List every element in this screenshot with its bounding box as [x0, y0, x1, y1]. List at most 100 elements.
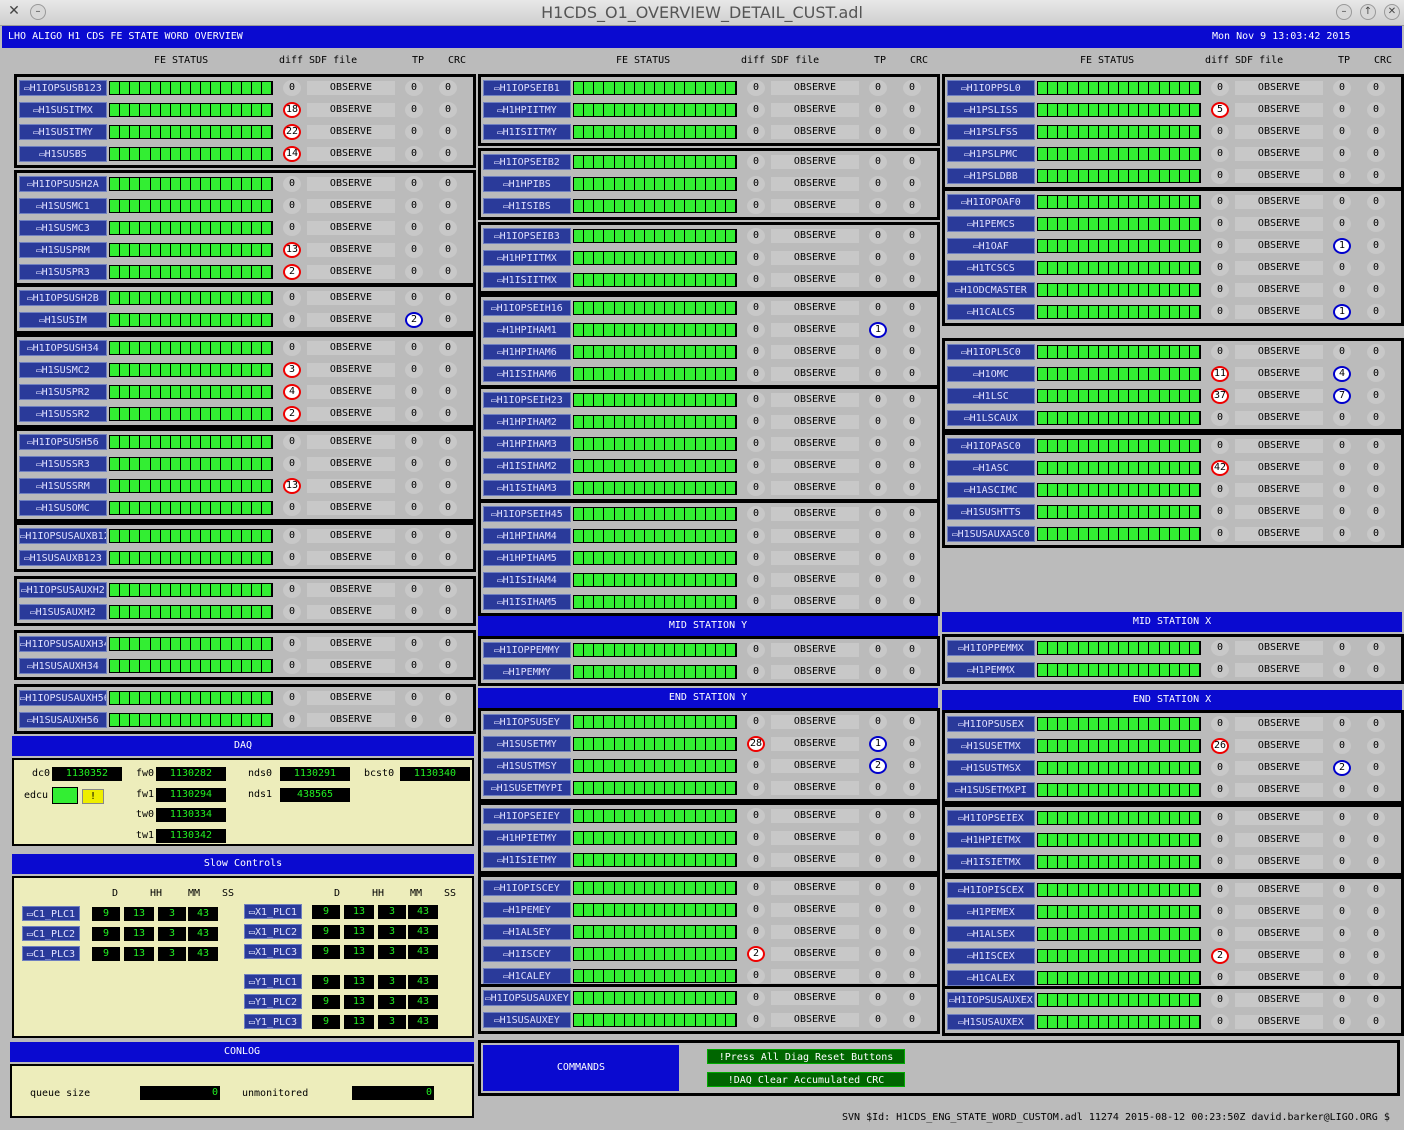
- fe-model-button[interactable]: ▭H1CALEX: [947, 970, 1035, 986]
- fe-model-button[interactable]: ▭H1ISIETMX: [947, 854, 1035, 870]
- plc-button[interactable]: ▭X1_PLC2: [244, 924, 302, 939]
- minimize-button-icon[interactable]: –: [1336, 4, 1352, 20]
- fe-model-button[interactable]: ▭H1SUSIM: [19, 312, 107, 328]
- fe-model-button[interactable]: ▭H1IOPSEIEY: [483, 808, 571, 824]
- fe-model-button[interactable]: ▭H1LSC: [947, 388, 1035, 404]
- plc-button[interactable]: ▭Y1_PLC1: [244, 974, 302, 989]
- plc-button[interactable]: ▭Y1_PLC3: [244, 1014, 302, 1029]
- fe-model-button[interactable]: ▭H1SUSSR3: [19, 456, 107, 472]
- fe-model-button[interactable]: ▭H1SUSETMYPI: [483, 780, 571, 796]
- fe-model-button[interactable]: ▭H1IOPISCEY: [483, 880, 571, 896]
- fe-model-button[interactable]: ▭H1PSLFSS: [947, 124, 1035, 140]
- fe-model-button[interactable]: ▭H1IOPSUSAUXB123: [19, 528, 107, 544]
- fe-model-button[interactable]: ▭H1IOPSEIH16: [483, 300, 571, 316]
- diag-reset-button[interactable]: !Press All Diag Reset Buttons: [707, 1049, 905, 1064]
- fe-model-button[interactable]: ▭H1TCSCS: [947, 260, 1035, 276]
- plc-button[interactable]: ▭C1_PLC2: [22, 926, 80, 941]
- fe-model-button[interactable]: ▭H1HPIITMY: [483, 102, 571, 118]
- edcu-alarm-button[interactable]: !: [82, 789, 104, 804]
- fe-model-button[interactable]: ▭H1SUSSRM: [19, 478, 107, 494]
- fe-model-button[interactable]: ▭H1SUSETMXPI: [947, 782, 1035, 798]
- fe-model-button[interactable]: ▭H1HPIITMX: [483, 250, 571, 266]
- fe-model-button[interactable]: ▭H1SUSITMY: [19, 124, 107, 140]
- fe-model-button[interactable]: ▭H1IOPPEMMX: [947, 640, 1035, 656]
- fe-model-button[interactable]: ▭H1SUSAUXH34: [19, 658, 107, 674]
- fe-model-button[interactable]: ▭H1IOPSUSH34: [19, 340, 107, 356]
- fe-model-button[interactable]: ▭H1ISIHAM2: [483, 458, 571, 474]
- fe-model-button[interactable]: ▭H1CALEY: [483, 968, 571, 984]
- fe-model-button[interactable]: ▭H1HPIHAM1: [483, 322, 571, 338]
- fe-model-button[interactable]: ▭H1HPIHAM3: [483, 436, 571, 452]
- fe-model-button[interactable]: ▭H1SUSAUXB123: [19, 550, 107, 566]
- fe-model-button[interactable]: ▭H1ISIBS: [483, 198, 571, 214]
- fe-model-button[interactable]: ▭H1PEMEX: [947, 904, 1035, 920]
- daq-clear-crc-button[interactable]: !DAQ Clear Accumulated CRC: [707, 1072, 905, 1087]
- fe-model-button[interactable]: ▭H1SUSTMSX: [947, 760, 1035, 776]
- fe-model-button[interactable]: ▭H1ODCMASTER: [947, 282, 1035, 298]
- fe-model-button[interactable]: ▭H1CALCS: [947, 304, 1035, 320]
- fe-model-button[interactable]: ▭H1HPIHAM5: [483, 550, 571, 566]
- fe-model-button[interactable]: ▭H1SUSETMY: [483, 736, 571, 752]
- fe-model-button[interactable]: ▭H1HPIBS: [483, 176, 571, 192]
- fe-model-button[interactable]: ▭H1SUSAUXH2: [19, 604, 107, 620]
- fe-model-button[interactable]: ▭H1IOPPSL0: [947, 80, 1035, 96]
- fe-model-button[interactable]: ▭H1IOPSUSAUXH56: [19, 690, 107, 706]
- fe-model-button[interactable]: ▭H1SUSPRM: [19, 242, 107, 258]
- fe-model-button[interactable]: ▭H1IOPISCEX: [947, 882, 1035, 898]
- fe-model-button[interactable]: ▭H1IOPSUSAUXEX: [947, 992, 1035, 1008]
- fe-model-button[interactable]: ▭H1SUSMC2: [19, 362, 107, 378]
- fe-model-button[interactable]: ▭H1ALSEX: [947, 926, 1035, 942]
- plc-button[interactable]: ▭X1_PLC3: [244, 944, 302, 959]
- fe-model-button[interactable]: ▭H1IOPPEMMY: [483, 642, 571, 658]
- fe-model-button[interactable]: ▭H1SUSOMC: [19, 500, 107, 516]
- fe-model-button[interactable]: ▭H1IOPOAF0: [947, 194, 1035, 210]
- fe-model-button[interactable]: ▭H1PEMEY: [483, 902, 571, 918]
- plc-button[interactable]: ▭C1_PLC1: [22, 906, 80, 921]
- fe-model-button[interactable]: ▭H1SUSPR3: [19, 264, 107, 280]
- fe-model-button[interactable]: ▭H1ISIHAM5: [483, 594, 571, 610]
- fe-model-button[interactable]: ▭H1SUSAUXASC0: [947, 526, 1035, 542]
- fe-model-button[interactable]: ▭H1ISIETMY: [483, 852, 571, 868]
- fe-model-button[interactable]: ▭H1HPIHAM2: [483, 414, 571, 430]
- fe-model-button[interactable]: ▭H1IOPSUSH2A: [19, 176, 107, 192]
- fe-model-button[interactable]: ▭H1ISIITMY: [483, 124, 571, 140]
- fe-model-button[interactable]: ▭H1PSLDBB: [947, 168, 1035, 184]
- plc-button[interactable]: ▭Y1_PLC2: [244, 994, 302, 1009]
- fe-model-button[interactable]: ▭H1SUSHTTS: [947, 504, 1035, 520]
- maximize-icon[interactable]: ↑: [1360, 4, 1376, 20]
- fe-model-button[interactable]: ▭H1IOPSEIEX: [947, 810, 1035, 826]
- fe-model-button[interactable]: ▭H1IOPLSC0: [947, 344, 1035, 360]
- fe-model-button[interactable]: ▭H1IOPSEIH45: [483, 506, 571, 522]
- fe-model-button[interactable]: ▭H1SUSMC1: [19, 198, 107, 214]
- fe-model-button[interactable]: ▭H1SUSAUXH56: [19, 712, 107, 728]
- fe-model-button[interactable]: ▭H1HPIHAM6: [483, 344, 571, 360]
- fe-model-button[interactable]: ▭H1HPIHAM4: [483, 528, 571, 544]
- fe-model-button[interactable]: ▭H1IOPSUSEY: [483, 714, 571, 730]
- fe-model-button[interactable]: ▭H1IOPSEIB1: [483, 80, 571, 96]
- plc-button[interactable]: ▭C1_PLC3: [22, 946, 80, 961]
- fe-model-button[interactable]: ▭H1IOPSUSH56: [19, 434, 107, 450]
- fe-model-button[interactable]: ▭H1ISIITMX: [483, 272, 571, 288]
- fe-model-button[interactable]: ▭H1ISIHAM4: [483, 572, 571, 588]
- fe-model-button[interactable]: ▭H1SUSAUXEY: [483, 1012, 571, 1028]
- fe-model-button[interactable]: ▭H1IOPSEIH23: [483, 392, 571, 408]
- fe-model-button[interactable]: ▭H1ISIHAM6: [483, 366, 571, 382]
- fe-model-button[interactable]: ▭H1IOPSEIB3: [483, 228, 571, 244]
- fe-model-button[interactable]: ▭H1IOPSEIB2: [483, 154, 571, 170]
- fe-model-button[interactable]: ▭H1ISCEX: [947, 948, 1035, 964]
- fe-model-button[interactable]: ▭H1IOPASC0: [947, 438, 1035, 454]
- fe-model-button[interactable]: ▭H1SUSBS: [19, 146, 107, 162]
- fe-model-button[interactable]: ▭H1SUSMC3: [19, 220, 107, 236]
- fe-model-button[interactable]: ▭H1PEMCS: [947, 216, 1035, 232]
- fe-model-button[interactable]: ▭H1ISIHAM3: [483, 480, 571, 496]
- fe-model-button[interactable]: ▭H1HPIETMY: [483, 830, 571, 846]
- fe-model-button[interactable]: ▭H1ASC: [947, 460, 1035, 476]
- fe-model-button[interactable]: ▭H1OAF: [947, 238, 1035, 254]
- fe-model-button[interactable]: ▭H1IOPSUSH2B: [19, 290, 107, 306]
- close-icon[interactable]: ✕: [1384, 4, 1400, 20]
- fe-model-button[interactable]: ▭H1IOPSUSB123: [19, 80, 107, 96]
- fe-model-button[interactable]: ▭H1LSCAUX: [947, 410, 1035, 426]
- fe-model-button[interactable]: ▭H1IOPSUSAUXEY: [483, 990, 571, 1006]
- fe-model-button[interactable]: ▭H1IOPSUSAUXH2: [19, 582, 107, 598]
- fe-model-button[interactable]: ▭H1PSLISS: [947, 102, 1035, 118]
